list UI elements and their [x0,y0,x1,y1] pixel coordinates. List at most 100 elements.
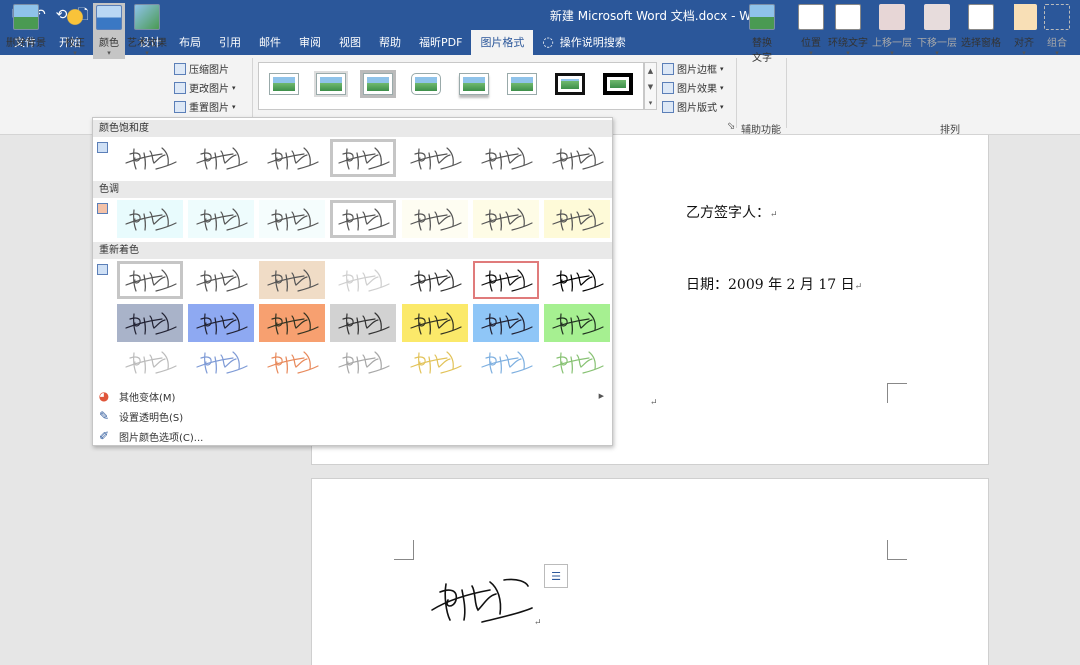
picture-style-thumb[interactable] [269,73,299,95]
signature-thumbnail [267,351,319,374]
tab-help[interactable]: 帮助 [370,30,410,55]
color-variant-swatch[interactable] [117,304,183,342]
signature-image[interactable] [428,570,536,626]
document-page-2[interactable] [311,478,989,665]
tell-me-search[interactable]: ◌ 操作说明搜索 [533,30,634,55]
signature-thumbnail [338,147,390,170]
color-variant-swatch[interactable] [330,261,396,299]
signature-thumbnail [196,147,248,170]
color-variant-swatch[interactable] [473,261,539,299]
color-variant-swatch[interactable] [544,200,610,238]
signature-thumbnail [125,208,177,231]
color-variant-swatch[interactable] [259,200,325,238]
color-variant-swatch[interactable] [330,139,396,177]
color-variant-swatch[interactable] [188,200,254,238]
color-variant-swatch[interactable] [259,304,325,342]
tab-review[interactable]: 审阅 [290,30,330,55]
position-icon [798,4,824,30]
signature-thumbnail [410,351,462,374]
signature-thumbnail [552,312,604,335]
color-variant-swatch[interactable] [402,261,468,299]
color-variant-swatch[interactable] [117,261,183,299]
picture-style-thumb[interactable] [363,73,393,95]
color-variant-swatch[interactable] [188,343,254,381]
color-variant-swatch[interactable] [259,139,325,177]
change-picture-button[interactable]: 更改图片 ▾ [174,80,236,95]
picture-style-thumb[interactable] [555,73,585,95]
dialog-launcher-icon[interactable]: ⬂ [727,121,735,132]
reset-picture-button[interactable]: 重置图片 ▾ [174,99,236,114]
picture-layout-button[interactable]: 图片版式 ▾ [662,99,724,114]
picture-color-options-menu-item[interactable]: ✐ 图片颜色选项(C)... [93,426,612,446]
picture-style-thumb[interactable] [603,73,633,95]
color-variant-swatch[interactable] [188,139,254,177]
color-variant-swatch[interactable] [473,343,539,381]
color-variant-swatch[interactable] [473,200,539,238]
tab-mailings[interactable]: 邮件 [250,30,290,55]
color-variant-swatch[interactable] [544,139,610,177]
color-variant-swatch[interactable] [188,261,254,299]
alt-text-button[interactable]: 替换 文字 [749,4,775,64]
picture-style-thumb[interactable] [507,73,537,95]
color-variant-swatch[interactable] [473,304,539,342]
tab-picture-format[interactable]: 图片格式 [471,30,534,55]
color-variant-swatch[interactable] [402,304,468,342]
color-variant-swatch[interactable] [544,304,610,342]
position-button[interactable]: 位置 ▾ [798,4,824,57]
send-backward-button[interactable]: 下移一层 ▾ [917,4,957,57]
compress-pictures-button[interactable]: 压缩图片 [174,61,229,76]
signature-thumbnail [267,147,319,170]
wrap-text-button[interactable]: 环绕文字 ▾ [828,4,868,57]
color-variant-swatch[interactable] [402,200,468,238]
set-transparent-color-menu-item[interactable]: ✎ 设置透明色(S) [93,406,612,426]
color-variant-swatch[interactable] [188,304,254,342]
ribbon-separator [786,58,787,128]
artistic-effects-button[interactable]: 艺术效果 ▾ [127,4,167,57]
color-variant-swatch[interactable] [330,343,396,381]
color-variant-swatch[interactable] [259,343,325,381]
artistic-effects-icon [134,4,160,30]
color-variant-swatch[interactable] [117,343,183,381]
tab-view[interactable]: 视图 [330,30,370,55]
color-variant-swatch[interactable] [117,200,183,238]
accessibility-group-label: 辅助功能 [741,125,781,136]
signature-thumbnail [267,208,319,231]
color-button[interactable]: 颜色 ▾ [93,3,125,59]
signature-thumbnail [338,312,390,335]
paragraph-mark: ↵ [650,398,658,408]
wrap-text-icon [835,4,861,30]
layout-options-button[interactable]: ☰ [544,564,568,588]
picture-effects-button[interactable]: 图片效果 ▾ [662,80,724,95]
color-variant-swatch[interactable] [402,343,468,381]
tab-layout[interactable]: 布局 [170,30,210,55]
color-variant-swatch[interactable] [330,304,396,342]
corrections-button[interactable]: 校正 ▾ [62,4,88,57]
picture-style-thumb[interactable] [411,73,441,95]
color-variant-swatch[interactable] [330,200,396,238]
group-button[interactable]: 组合 ▾ [1044,4,1070,57]
more-variations-menu-item[interactable]: ◕ 其他变体(M) ▶ [93,386,612,406]
color-variant-swatch[interactable] [259,261,325,299]
color-variant-swatch[interactable] [402,139,468,177]
tab-foxit-pdf[interactable]: 福昕PDF [410,30,471,55]
align-icon [1011,4,1037,30]
picture-border-button[interactable]: 图片边框 ▾ [662,61,724,76]
gallery-scroll[interactable]: ▲ ▼ ▾ [644,62,657,110]
bring-forward-button[interactable]: 上移一层 ▾ [872,4,912,57]
picture-style-thumb[interactable] [459,73,489,95]
selection-pane-button[interactable]: 选择窗格 [961,4,1001,49]
picture-styles-gallery[interactable] [258,62,644,110]
color-variant-swatch[interactable] [544,343,610,381]
color-variant-swatch[interactable] [544,261,610,299]
signature-thumbnail [196,269,248,292]
color-variant-swatch[interactable] [473,139,539,177]
color-variant-swatch[interactable] [117,139,183,177]
date-line[interactable]: 日期：2009 年 2 月 17 日↵ [686,274,862,294]
signer-label[interactable]: 乙方签字人：↵ [686,202,778,222]
picture-style-thumb[interactable] [316,73,346,95]
align-button[interactable]: 对齐 ▾ [1011,4,1037,57]
page-margin-corner [887,540,907,560]
signature-thumbnail [338,269,390,292]
remove-background-button[interactable]: 删除背景 [6,4,46,49]
tab-references[interactable]: 引用 [210,30,250,55]
